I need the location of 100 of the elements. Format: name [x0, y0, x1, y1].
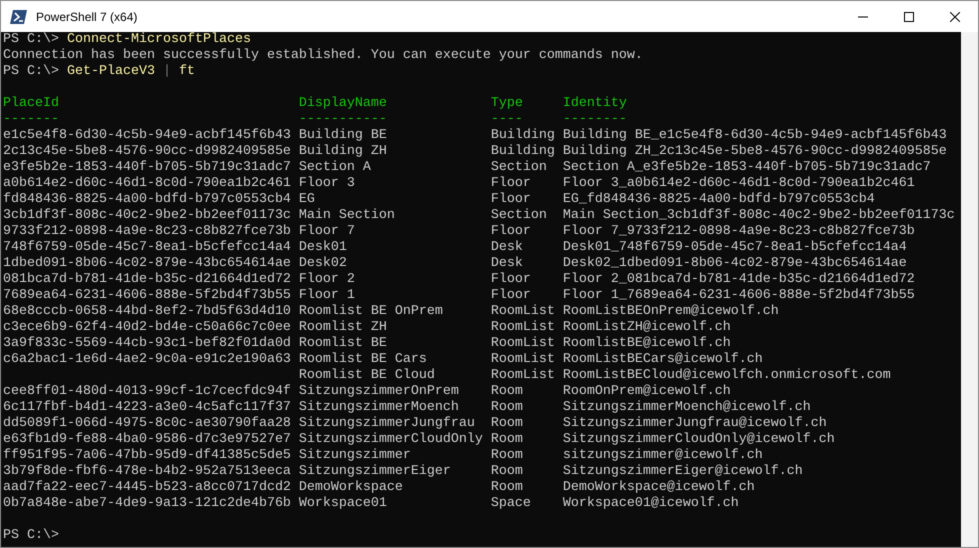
column-heading: PlaceId: [3, 96, 59, 111]
table-cell: Floor 7: [298, 224, 355, 239]
table-cell: Desk02_1dbed091-8b06-4c02-879e-43bc654614ae: [562, 256, 907, 271]
table-cell: RoomList: [490, 320, 555, 335]
table-cell: Room: [490, 432, 523, 447]
table-cell: SitzungszimmerCloudOnly@icewolf.ch: [562, 432, 835, 447]
table-cell: c3ece6b9-62f4-40d2-bd4e-c50a66c7c0ee: [3, 320, 291, 335]
table-cell: Floor 1: [298, 288, 355, 303]
table-cell: 3a9f833c-5569-44cb-93c1-bef82f01da0d: [3, 336, 291, 351]
table-cell: Room: [490, 480, 523, 495]
table-cell: 6c117fbf-b4d1-4223-a3e0-4c5afc117f37: [3, 400, 291, 415]
table-cell: Building: [490, 128, 555, 143]
table-cell: 3cb1df3f-808c-40c2-9be2-bb2eef01173c: [3, 208, 291, 223]
table-cell: DemoWorkspace: [298, 480, 403, 495]
table-cell: RoomList: [490, 336, 555, 351]
table-cell: Floor: [490, 176, 531, 191]
maximize-icon: [904, 12, 914, 22]
table-cell: RoomList: [490, 304, 555, 319]
table-cell: Floor: [490, 272, 531, 287]
table-cell: Desk02: [298, 256, 347, 271]
command-text: Get-PlaceV3: [66, 64, 155, 80]
table-cell: Floor 3_a0b614e2-d60c-46d1-8c0d-790ea1b2c461: [562, 176, 915, 191]
table-cell: Building: [490, 144, 555, 159]
table-cell: Floor 2: [298, 272, 355, 287]
prompt: PS C:\>: [3, 32, 59, 48]
table-cell: Main Section: [298, 208, 395, 223]
table-cell: SitzungszimmerOnPrem: [298, 384, 459, 399]
table-cell: SitzungszimmerCloudOnly: [298, 432, 483, 447]
table-cell: SitzungszimmerJungfrau: [298, 416, 475, 431]
table-cell: Section A: [298, 160, 371, 175]
table-cell: Desk01_748f6759-05de-45c7-8ea1-b5cfefcc14a4: [562, 240, 907, 255]
table-cell: 081bca7d-b781-41de-b35c-d21664d1ed72: [3, 272, 291, 287]
table-cell: Room: [490, 448, 523, 463]
table-cell: c6a2bac1-1e6d-4ae2-9c0a-e91c2e190a63: [3, 352, 291, 367]
table-cell: Section A_e3fe5b2e-1853-440f-b705-5b719c31adc7: [562, 160, 931, 175]
table-cell: Building BE_e1c5e4f8-6d30-4c5b-94e9-acbf145f6b43: [562, 128, 947, 143]
table-cell: Roomlist BE Cars: [298, 352, 427, 367]
table-cell: 0b7a848e-abe7-4de9-9a13-121c2de4b76b: [3, 496, 291, 511]
table-cell: Building ZH_2c13c45e-5be8-4576-90cc-d9982409585e: [562, 144, 947, 159]
table-cell: Workspace01@icewolf.ch: [562, 496, 739, 511]
scrollbar[interactable]: [961, 32, 978, 547]
table-cell: 7689ea64-6231-4606-888e-5f2bd4f73b55: [3, 288, 291, 303]
table-cell: SitzungszimmerEiger: [298, 464, 451, 479]
table-cell: RoomListBECloud@icewolfch.onmicrosoft.com: [562, 368, 891, 383]
table-cell: Floor 7_9733f212-0898-4a9e-8c23-c8b827fce73b: [562, 224, 915, 239]
heading-underline: -----------: [298, 112, 387, 127]
table-cell: SitzungszimmerMoench@icewolf.ch: [562, 400, 811, 415]
heading-underline: ----: [490, 112, 523, 127]
table-cell: e63fb1d9-fe88-4ba0-9586-d7c3e97527e7: [3, 432, 291, 447]
table-cell: RoomList: [490, 368, 555, 383]
table-cell: DemoWorkspace@icewolf.ch: [562, 480, 755, 495]
table-cell: 9733f212-0898-4a9e-8c23-c8b827fce73b: [3, 224, 291, 239]
window-title: PowerShell 7 (x64): [36, 8, 138, 26]
table-cell: Floor 3: [298, 176, 355, 191]
table-cell: Floor: [490, 192, 531, 207]
table-cell: cee8ff01-480d-4013-99cf-1c7cecfdc94f: [3, 384, 291, 399]
prompt: PS C:\>: [3, 64, 59, 80]
table-cell: Workspace01: [298, 496, 387, 511]
command-text: Connect-MicrosoftPlaces: [66, 32, 251, 48]
table-cell: RoomListBEOnPrem@icewolf.ch: [562, 304, 779, 319]
table-cell: aad7fa22-eec7-4445-b523-a8cc0717dcd2: [3, 480, 291, 495]
table-cell: Floor 1_7689ea64-6231-4606-888e-5f2bd4f73b55: [562, 288, 915, 303]
table-cell: Section: [490, 208, 547, 223]
table-cell: RoomListBECars@icewolf.ch: [562, 352, 763, 367]
heading-underline: -------: [3, 112, 59, 127]
table-cell: Roomlist BE OnPrem: [298, 304, 443, 319]
table-cell: Desk: [490, 240, 523, 255]
table-cell: 748f6759-05de-45c7-8ea1-b5cfefcc14a4: [3, 240, 291, 255]
table-cell: Space: [490, 496, 531, 511]
table-cell: sitzungszimmer@icewolf.ch: [562, 448, 763, 463]
table-cell: Roomlist BE: [298, 336, 387, 351]
table-cell: Building ZH: [298, 144, 387, 159]
table-cell: Building BE: [298, 128, 387, 143]
table-cell: ff951f95-7a06-47bb-95d9-df41385c5de5: [3, 448, 291, 463]
table-cell: SitzungszimmerMoench: [298, 400, 459, 415]
table-cell: Room: [490, 416, 523, 431]
table-cell: RoomList: [490, 352, 555, 367]
table-cell: Main Section_3cb1df3f-808c-40c2-9be2-bb2eef01173c: [562, 208, 955, 223]
close-icon: [950, 12, 960, 22]
column-heading: DisplayName: [298, 96, 387, 111]
table-cell: Section: [490, 160, 547, 175]
table-cell: RoomOnPrem@icewolf.ch: [562, 384, 731, 399]
table-cell: Floor: [490, 288, 531, 303]
table-cell: Room: [490, 400, 523, 415]
table-cell: a0b614e2-d60c-46d1-8c0d-790ea1b2c461: [3, 176, 291, 191]
table-cell: 68e8cccb-0658-44bd-8ef2-7bd5f63d4d10: [3, 304, 291, 319]
terminal-icon: [10, 10, 27, 24]
table-cell: 1dbed091-8b06-4c02-879e-43bc654614ae: [3, 256, 291, 271]
table-cell: Sitzungszimmer: [298, 448, 411, 463]
table-cell: Desk01: [298, 240, 347, 255]
table-cell: Room: [490, 384, 523, 399]
table-cell: Desk: [490, 256, 523, 271]
table-cell: e3fe5b2e-1853-440f-b705-5b719c31adc7: [3, 160, 291, 175]
table-cell: RoomlistBE@icewolf.ch: [562, 336, 731, 351]
pipe-operator: |: [162, 64, 171, 80]
command-argument: ft: [178, 64, 195, 80]
table-cell: Floor 2_081bca7d-b781-41de-b35c-d21664d1ed72: [562, 272, 915, 287]
table-cell: Roomlist BE Cloud: [298, 368, 435, 383]
table-cell: Roomlist ZH: [298, 320, 387, 335]
prompt: PS C:\>: [3, 528, 59, 544]
